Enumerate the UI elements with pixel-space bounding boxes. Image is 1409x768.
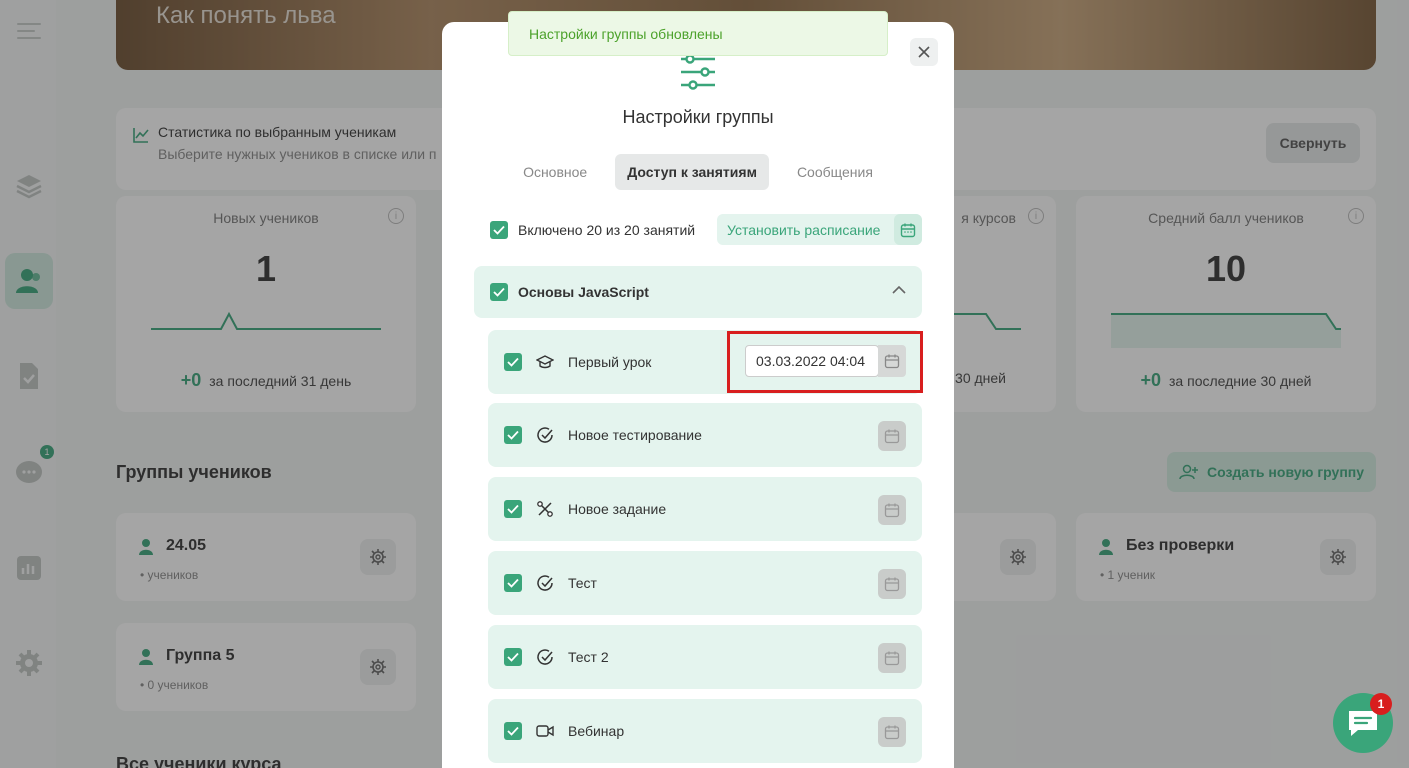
set-schedule-label: Установить расписание (727, 221, 881, 238)
included-count-text: Включено 20 из 20 занятий (518, 222, 696, 238)
lesson-checkbox[interactable] (504, 500, 522, 518)
section-checkbox[interactable] (490, 283, 508, 301)
calendar-icon[interactable] (878, 717, 906, 747)
chat-badge: 1 (1370, 693, 1392, 715)
lesson-row: Тест (488, 551, 922, 615)
lesson-checkbox[interactable] (504, 722, 522, 740)
calendar-icon[interactable] (878, 643, 906, 673)
lesson-checkbox[interactable] (504, 353, 522, 371)
check-icon (507, 726, 519, 736)
calendar-icon (894, 214, 922, 245)
tab-lesson-access[interactable]: Доступ к занятиям (615, 154, 769, 190)
close-button[interactable] (910, 38, 938, 66)
set-schedule-button[interactable]: Установить расписание (717, 214, 922, 245)
check-icon (493, 287, 505, 297)
lesson-title: Новое задание (568, 501, 667, 517)
check-icon (507, 430, 519, 440)
test-check-icon (536, 648, 554, 666)
close-icon (918, 46, 930, 58)
lesson-title: Тест 2 (568, 649, 609, 665)
check-icon (507, 652, 519, 662)
lesson-row: Новое задание (488, 477, 922, 541)
graduation-cap-icon (536, 353, 554, 371)
lesson-title: Первый урок (568, 354, 652, 370)
section-title: Основы JavaScript (518, 284, 649, 300)
lesson-row: Новое тестирование (488, 403, 922, 467)
modal-tabs: Основное Доступ к занятиям Сообщения (442, 154, 954, 190)
assignment-tools-icon (536, 500, 554, 518)
lesson-row: Тест 2 (488, 625, 922, 689)
test-check-icon (536, 574, 554, 592)
lesson-title: Тест (568, 575, 597, 591)
check-icon (507, 504, 519, 514)
check-icon (507, 578, 519, 588)
lesson-checkbox[interactable] (504, 648, 522, 666)
group-settings-modal: Настройки группы Основное Доступ к занят… (442, 22, 954, 768)
calendar-icon[interactable] (878, 421, 906, 451)
sliders-icon (681, 54, 715, 90)
calendar-icon[interactable] (878, 569, 906, 599)
date-highlight-box (727, 331, 923, 393)
video-camera-icon (536, 722, 554, 740)
lesson-row: Вебинар (488, 699, 922, 763)
success-toast: Настройки группы обновлены (508, 11, 888, 56)
check-icon (507, 357, 519, 367)
tab-messages[interactable]: Сообщения (785, 154, 885, 190)
modal-title: Настройки группы (622, 107, 774, 127)
chevron-up-icon[interactable] (892, 286, 906, 294)
lesson-checkbox[interactable] (504, 574, 522, 592)
tab-main[interactable]: Основное (511, 154, 599, 190)
lesson-checkbox[interactable] (504, 426, 522, 444)
lesson-title: Новое тестирование (568, 427, 702, 443)
calendar-icon[interactable] (878, 495, 906, 525)
section-header[interactable]: Основы JavaScript (474, 266, 922, 318)
check-icon (493, 225, 505, 235)
test-check-icon (536, 426, 554, 444)
lesson-title: Вебинар (568, 723, 625, 739)
include-all-row: Включено 20 из 20 занятий (490, 214, 695, 246)
include-all-checkbox[interactable] (490, 221, 508, 239)
